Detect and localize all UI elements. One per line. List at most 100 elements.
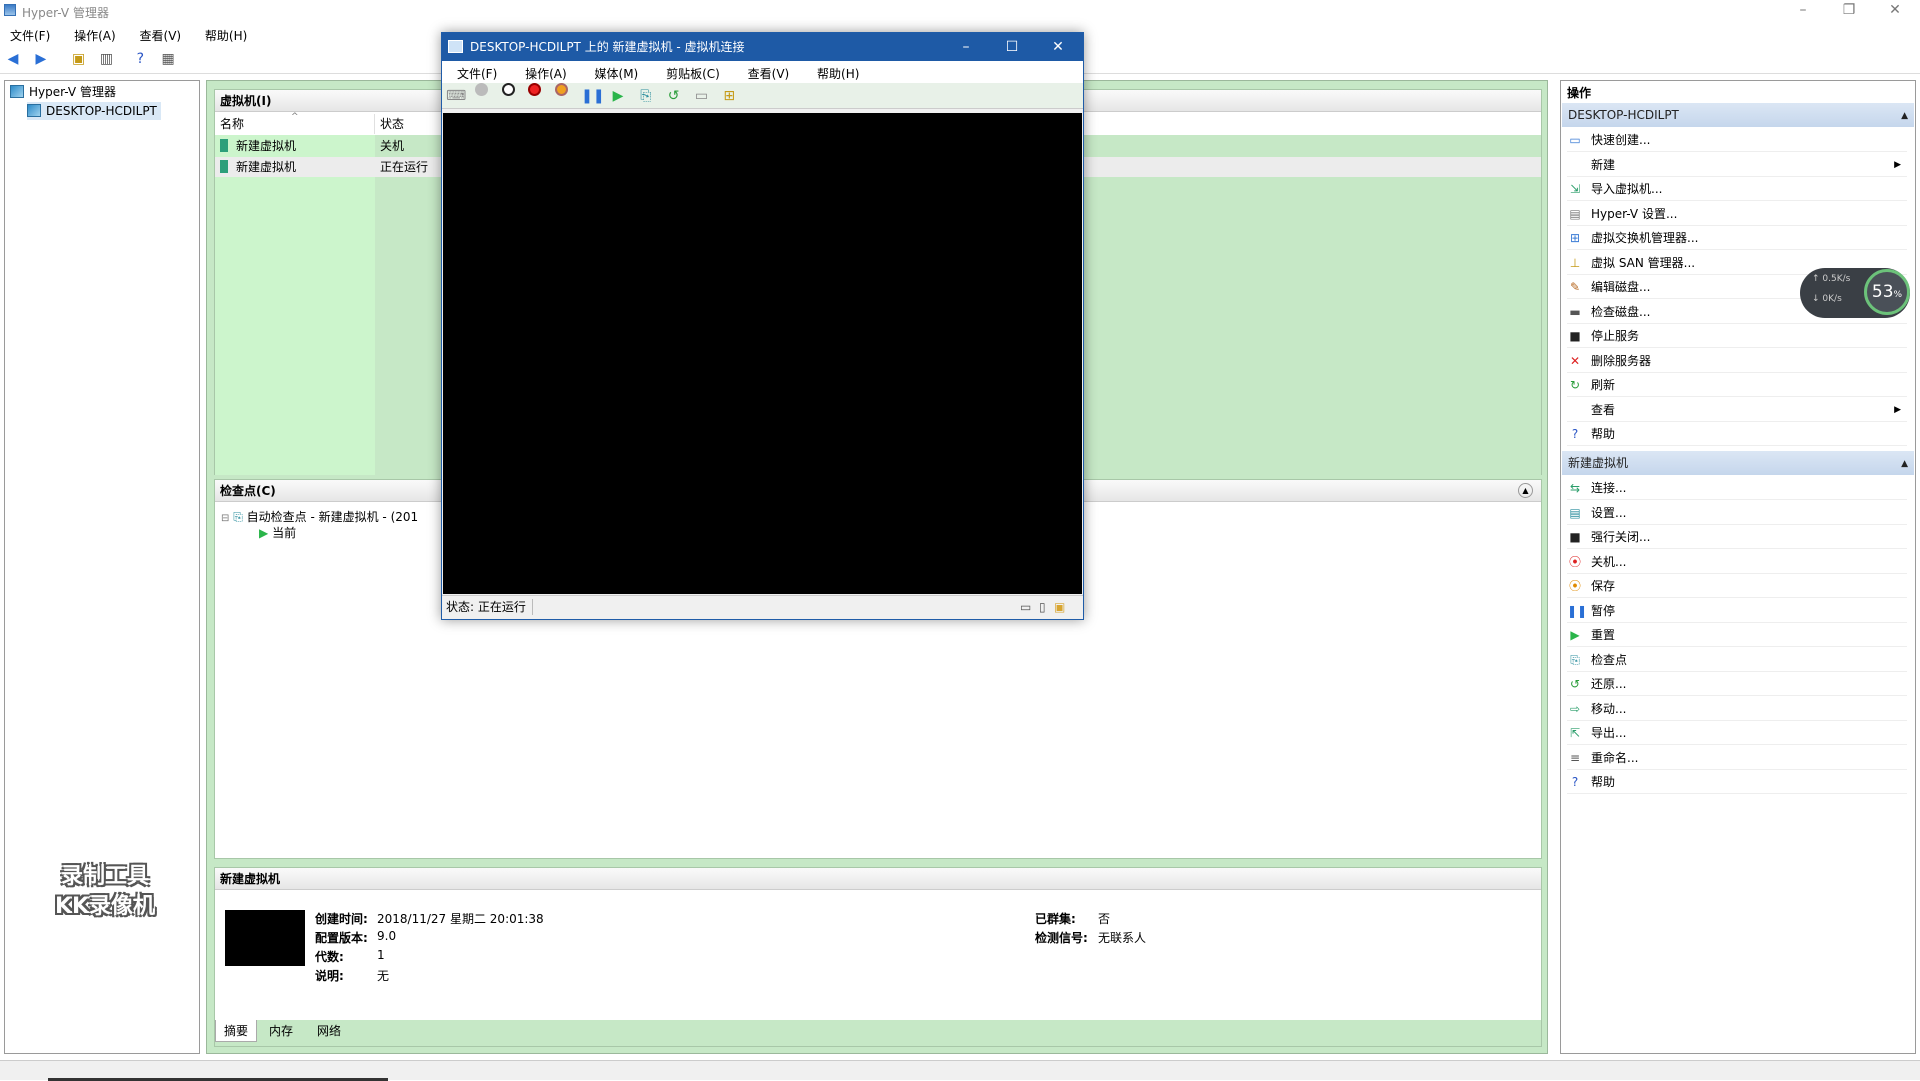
action-export[interactable]: ⇱ 导出...	[1567, 721, 1907, 745]
action-label: 重命名...	[1591, 750, 1639, 765]
vm-connection-window[interactable]: DESKTOP-HCDILPT 上的 新建虚拟机 - 虚拟机连接 – ☐ ✕ 文…	[441, 32, 1084, 620]
delete-icon: ✕	[1569, 353, 1581, 368]
collapse-arrow-icon[interactable]: ▲	[1901, 452, 1908, 476]
action-switch[interactable]: ⊞ 虚拟交换机管理器...	[1567, 226, 1907, 250]
action-label: 保存	[1591, 579, 1616, 593]
restore-button[interactable]: ❐	[1826, 0, 1872, 22]
vm-menu-view[interactable]: 查看(V)	[733, 61, 799, 82]
action-save[interactable]: ⦿ 保存	[1567, 574, 1907, 598]
generation-label: 代数:	[315, 950, 344, 964]
action-label: 帮助	[1591, 775, 1616, 789]
folder-up-icon[interactable]: ▣	[70, 50, 88, 68]
export-icon: ⇱	[1569, 726, 1581, 740]
vm-settings-icon: ▤	[1569, 505, 1581, 520]
action-delete[interactable]: ✕ 删除服务器	[1567, 349, 1907, 373]
vm-close-button[interactable]: ✕	[1035, 33, 1081, 61]
action-revert[interactable]: ↺ 还原...	[1567, 672, 1907, 696]
stop-icon: ■	[1569, 329, 1581, 343]
action-shutdown[interactable]: ⦿ 关机...	[1567, 550, 1907, 574]
vm-menu-file[interactable]: 文件(F)	[442, 61, 506, 82]
vm-thumbnail[interactable]	[225, 910, 305, 966]
turn-off-icon[interactable]	[501, 83, 515, 96]
connect-icon: ⇆	[1569, 481, 1581, 495]
vm-maximize-button[interactable]: ☐	[989, 33, 1035, 61]
checkpoint-icon: ⎘	[233, 510, 243, 524]
tree-root[interactable]: Hyper-V 管理器	[10, 83, 116, 101]
menu-help[interactable]: 帮助(H)	[195, 24, 257, 44]
vm-display[interactable]	[443, 113, 1082, 594]
action-import[interactable]: ⇲ 导入虚拟机...	[1567, 177, 1907, 201]
tab-memory[interactable]: 内存	[261, 1020, 301, 1042]
vm-state: 关机	[380, 139, 405, 153]
start-icon[interactable]	[474, 83, 488, 96]
vm-menu-clipboard[interactable]: 剪贴板(C)	[651, 61, 729, 82]
action-quick-create[interactable]: ▭ 快速创建...	[1567, 128, 1907, 152]
reset-icon[interactable]: ▶	[609, 87, 627, 105]
checkpoint-current[interactable]: ▶ 当前	[259, 524, 296, 541]
action-help[interactable]: ? 帮助	[1567, 422, 1907, 446]
checkpoint-icon[interactable]: ⎘	[637, 87, 655, 105]
revert-icon[interactable]: ↺	[665, 87, 683, 105]
share-icon[interactable]: ⊞	[720, 87, 738, 105]
vm-window-titlebar[interactable]: DESKTOP-HCDILPT 上的 新建虚拟机 - 虚拟机连接 – ☐ ✕	[442, 33, 1083, 61]
clustered-label: 已群集:	[1035, 912, 1076, 926]
show-tree-icon[interactable]: ▥	[97, 50, 115, 68]
minimize-button[interactable]: –	[1780, 0, 1826, 22]
enhanced-session-icon[interactable]: ▭	[692, 87, 710, 105]
pause-icon[interactable]: ❚❚	[581, 87, 604, 105]
reset-icon: ▶	[1570, 628, 1580, 642]
action-pause[interactable]: ❚❚ 暂停	[1567, 599, 1907, 623]
description-value: 无	[377, 969, 390, 983]
help-icon[interactable]: ?	[131, 50, 149, 68]
action-label: 移动...	[1591, 701, 1627, 716]
action-submenu-11[interactable]: 查看 ▶	[1567, 398, 1907, 422]
shutdown-icon: ⦿	[1568, 554, 1581, 569]
tree-expander-icon[interactable]: ⊟	[221, 513, 229, 524]
menu-action[interactable]: 操作(A)	[64, 24, 126, 44]
vm-name: 新建虚拟机	[236, 160, 297, 174]
vm-minimize-button[interactable]: –	[943, 33, 989, 61]
menu-view[interactable]: 查看(V)	[130, 24, 192, 44]
back-arrow-icon[interactable]: ◀	[4, 50, 22, 68]
server-actions-header[interactable]: DESKTOP-HCDILPT ▲	[1562, 103, 1914, 127]
close-button[interactable]: ✕	[1872, 0, 1918, 22]
action-submenu-1[interactable]: 新建 ▶	[1567, 153, 1907, 177]
vm-connect-icon	[448, 40, 463, 53]
action-settings[interactable]: ▤ Hyper-V 设置...	[1567, 202, 1907, 226]
vm-menu-media[interactable]: 媒体(M)	[580, 61, 648, 82]
ctrl-alt-del-icon[interactable]: ⌨	[446, 87, 466, 105]
action-vm-settings[interactable]: ▤ 设置...	[1567, 501, 1907, 525]
tab-network[interactable]: 网络	[309, 1020, 349, 1042]
tree-server-node[interactable]: DESKTOP-HCDILPT	[27, 102, 161, 120]
menu-file[interactable]: 文件(F)	[0, 24, 60, 44]
network-gauge[interactable]: ↑ 0.5K/s ↓ 0K/s 53%	[1800, 268, 1910, 318]
collapse-icon[interactable]: ▲	[1518, 483, 1533, 498]
action-checkpoint[interactable]: ⎘ 检查点	[1567, 648, 1907, 672]
action-turn-off[interactable]: ■ 强行关闭...	[1567, 525, 1907, 549]
forward-arrow-icon[interactable]: ▶	[32, 50, 50, 68]
action-reset[interactable]: ▶ 重置	[1567, 623, 1907, 647]
sort-caret-icon: ^	[291, 112, 299, 122]
action-pane-icon[interactable]: ▦	[159, 50, 177, 68]
action-connect[interactable]: ⇆ 连接...	[1567, 476, 1907, 500]
vm-menu-action[interactable]: 操作(A)	[510, 61, 576, 82]
action-help[interactable]: ? 帮助	[1567, 770, 1907, 794]
vm-actions-header[interactable]: 新建虚拟机 ▲	[1562, 451, 1914, 475]
vm-menu-help[interactable]: 帮助(H)	[802, 61, 868, 82]
action-stop[interactable]: ■ 停止服务	[1567, 324, 1907, 348]
action-refresh[interactable]: ↻ 刷新	[1567, 373, 1907, 397]
hyperv-app-icon	[4, 4, 16, 16]
turn-off-icon: ■	[1569, 530, 1581, 544]
action-move[interactable]: ⇨ 移动...	[1567, 697, 1907, 721]
tree-server-label: DESKTOP-HCDILPT	[46, 104, 157, 118]
action-rename[interactable]: ≡ 重命名...	[1567, 746, 1907, 770]
action-label: 关机...	[1591, 554, 1627, 569]
tab-summary[interactable]: 摘要	[215, 1020, 258, 1042]
checkpoint-item[interactable]: ⊟ ⎘ 自动检查点 - 新建虚拟机 - (201	[221, 508, 418, 525]
vm-window-title: DESKTOP-HCDILPT 上的 新建虚拟机 - 虚拟机连接	[470, 40, 745, 54]
vm-menu-bar: 文件(F) 操作(A) 媒体(M) 剪贴板(C) 查看(V) 帮助(H)	[442, 61, 1083, 83]
shutdown-icon[interactable]	[528, 83, 542, 96]
action-label: 导出...	[1591, 726, 1627, 740]
save-icon[interactable]	[555, 83, 569, 96]
collapse-arrow-icon[interactable]: ▲	[1901, 104, 1908, 128]
